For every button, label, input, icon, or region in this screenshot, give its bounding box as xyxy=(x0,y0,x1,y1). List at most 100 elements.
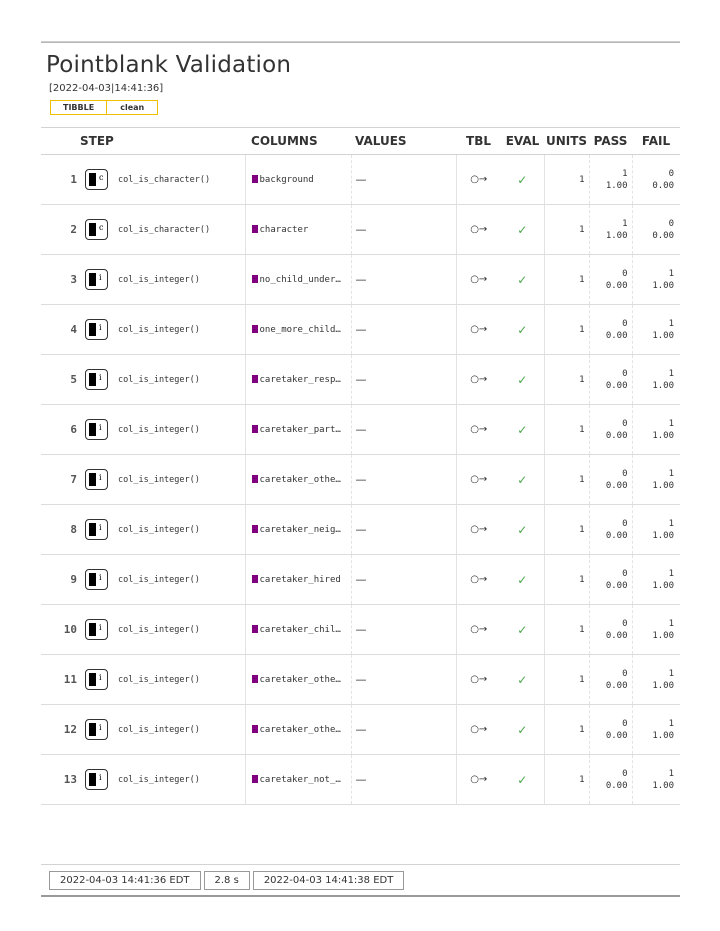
fail-fraction: 1.00 xyxy=(652,330,675,341)
step-number: 13 xyxy=(41,754,81,805)
fail-fraction: 1.00 xyxy=(652,430,675,441)
fail-fraction: 1.00 xyxy=(652,730,675,741)
fail-count: 1 xyxy=(668,268,675,279)
start-time: 2022-04-03 14:41:36 EDT xyxy=(49,871,201,890)
table-preconditions-icon: ○→ xyxy=(455,554,502,605)
column-name: caretaker_othe… xyxy=(259,474,341,485)
table-preconditions-icon: ○→ xyxy=(455,654,502,705)
fail-count: 1 xyxy=(668,468,675,479)
eval-check-icon: ✓ xyxy=(501,554,545,605)
tag-table-name: clean xyxy=(107,100,159,115)
pass-fraction: 0.00 xyxy=(605,330,628,341)
values-cell: — xyxy=(350,154,457,205)
table-preconditions-icon: ○→ xyxy=(455,604,502,655)
pass-fraction: 0.00 xyxy=(605,430,628,441)
pass-cell: 0 0.00 xyxy=(588,554,633,605)
column-type-icon: i xyxy=(85,719,108,740)
column-cell: caretaker_neig… xyxy=(244,504,352,555)
values-cell: — xyxy=(350,304,457,355)
pass-cell: 0 0.00 xyxy=(588,404,633,455)
column-cell: caretaker_othe… xyxy=(244,454,352,505)
units-value: 1 xyxy=(543,354,590,405)
pass-cell: 0 0.00 xyxy=(588,254,633,305)
step-cell: c col_is_character() xyxy=(81,204,246,255)
table-row: 10 i col_is_integer() caretaker_chil… — ○→ ✓ 1 0… xyxy=(41,604,681,655)
column-name: caretaker_not_… xyxy=(259,774,341,785)
column-marker-icon xyxy=(251,224,258,233)
column-type-letter: i xyxy=(99,523,102,532)
values-cell: — xyxy=(350,754,457,805)
step-function: col_is_integer() xyxy=(118,324,200,335)
units-value: 1 xyxy=(543,754,590,805)
column-marker-icon xyxy=(251,374,258,383)
fail-cell: 0 0.00 xyxy=(631,154,681,205)
values-cell: — xyxy=(350,404,457,455)
table-preconditions-icon: ○→ xyxy=(455,454,502,505)
column-type-letter: i xyxy=(99,723,102,732)
step-function: col_is_integer() xyxy=(118,574,200,585)
fail-count: 1 xyxy=(668,568,675,579)
column-type-icon: i xyxy=(85,569,108,590)
eval-check-icon: ✓ xyxy=(501,404,545,455)
column-type-icon: i xyxy=(85,369,108,390)
step-function: col_is_integer() xyxy=(118,674,200,685)
table-row: 9 i col_is_integer() caretaker_hired — ○→ ✓ 1 0 0… xyxy=(41,554,681,605)
column-type-letter: c xyxy=(99,173,104,182)
step-cell: i col_is_integer() xyxy=(81,604,246,655)
fail-count: 0 xyxy=(668,218,675,229)
table-header-row: STEP COLUMNS VALUES TBL EVAL UNITS PASS … xyxy=(41,127,681,155)
column-marker-icon xyxy=(251,774,258,783)
units-value: 1 xyxy=(543,254,590,305)
column-cell: caretaker_resp… xyxy=(244,354,352,405)
fail-fraction: 1.00 xyxy=(652,780,675,791)
fail-fraction: 1.00 xyxy=(652,630,675,641)
report-tags: TIBBLE clean xyxy=(50,100,680,115)
pass-fraction: 0.00 xyxy=(605,780,628,791)
header-values: VALUES xyxy=(351,127,457,155)
column-name: character xyxy=(259,224,309,235)
values-cell: — xyxy=(350,454,457,505)
column-cell: caretaker_hired xyxy=(244,554,352,605)
eval-check-icon: ✓ xyxy=(501,654,545,705)
step-function: col_is_integer() xyxy=(118,724,200,735)
pass-count: 0 xyxy=(622,368,628,379)
step-function: col_is_character() xyxy=(118,224,211,235)
header-eval: EVAL xyxy=(501,127,545,155)
values-cell: — xyxy=(350,604,457,655)
fail-count: 1 xyxy=(668,718,675,729)
step-number: 5 xyxy=(41,354,81,405)
pass-cell: 1 1.00 xyxy=(588,154,633,205)
column-type-letter: i xyxy=(99,373,102,382)
step-cell: c col_is_character() xyxy=(81,154,246,205)
step-cell: i col_is_integer() xyxy=(81,754,246,805)
column-type-letter: i xyxy=(99,673,102,682)
fail-fraction: 1.00 xyxy=(652,530,675,541)
fail-fraction: 0.00 xyxy=(652,180,675,191)
units-value: 1 xyxy=(543,704,590,755)
table-preconditions-icon: ○→ xyxy=(455,154,502,205)
column-name: caretaker_chil… xyxy=(259,624,341,635)
fail-fraction: 1.00 xyxy=(652,280,675,291)
fail-count: 1 xyxy=(668,618,675,629)
column-marker-icon xyxy=(251,474,258,483)
fail-cell: 1 1.00 xyxy=(631,454,681,505)
column-type-letter: i xyxy=(99,273,102,282)
eval-check-icon: ✓ xyxy=(501,704,545,755)
column-type-icon: c xyxy=(85,169,108,190)
values-cell: — xyxy=(350,204,457,255)
column-name: background xyxy=(259,174,314,185)
fail-fraction: 1.00 xyxy=(652,380,675,391)
step-function: col_is_character() xyxy=(118,174,211,185)
table-preconditions-icon: ○→ xyxy=(455,304,502,355)
step-cell: i col_is_integer() xyxy=(81,454,246,505)
fail-count: 1 xyxy=(668,418,675,429)
pass-count: 1 xyxy=(622,168,628,179)
step-function: col_is_integer() xyxy=(118,424,200,435)
eval-check-icon: ✓ xyxy=(501,754,545,805)
column-name: caretaker_hired xyxy=(259,574,341,585)
fail-cell: 1 1.00 xyxy=(631,554,681,605)
eval-check-icon: ✓ xyxy=(501,204,545,255)
column-type-letter: i xyxy=(99,573,102,582)
column-cell: caretaker_part… xyxy=(244,404,352,455)
table-preconditions-icon: ○→ xyxy=(455,504,502,555)
